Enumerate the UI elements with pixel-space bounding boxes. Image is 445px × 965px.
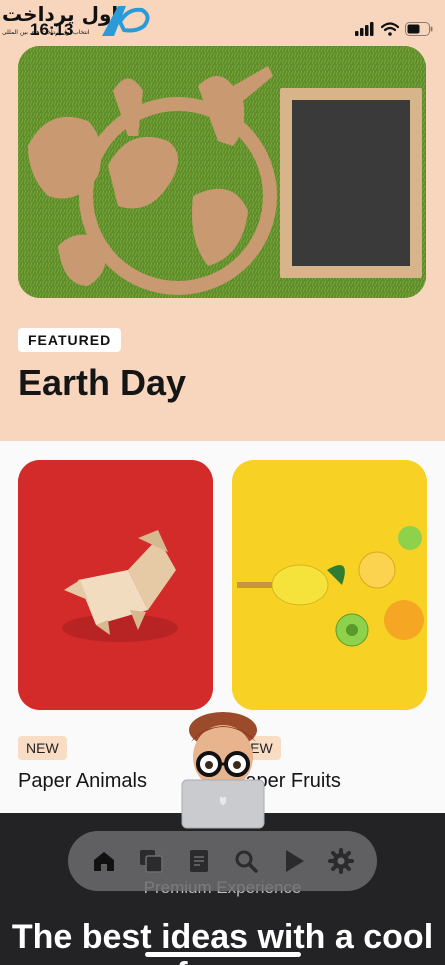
book-icon bbox=[189, 850, 208, 872]
tab-search[interactable] bbox=[228, 843, 264, 879]
earth-day-hero-image[interactable] bbox=[18, 46, 426, 298]
play-icon bbox=[285, 850, 304, 872]
status-time: 16:13 bbox=[30, 20, 74, 39]
new-badge-paper-animals: NEW bbox=[18, 736, 67, 760]
tab-library[interactable] bbox=[181, 843, 217, 879]
wifi-icon bbox=[381, 22, 399, 36]
promo-title: The best ideas with a cool frame bbox=[11, 918, 434, 965]
home-indicator bbox=[145, 952, 301, 957]
tab-settings[interactable] bbox=[323, 843, 359, 879]
hero-title[interactable]: Earth Day bbox=[18, 362, 186, 404]
settings-icon bbox=[328, 848, 355, 874]
tab-videos[interactable] bbox=[276, 843, 312, 879]
watermark-emblem-icon bbox=[102, 6, 150, 36]
origami-dog-image bbox=[18, 460, 213, 710]
tab-home[interactable] bbox=[86, 843, 122, 879]
paper-animals-title[interactable]: Paper Animals bbox=[18, 770, 147, 793]
tab-bar bbox=[68, 831, 377, 891]
copy-icon bbox=[140, 850, 163, 873]
paper-fruits-image bbox=[232, 460, 427, 710]
paper-animals-card[interactable] bbox=[18, 460, 213, 710]
status-icons bbox=[355, 22, 433, 36]
home-icon bbox=[93, 852, 114, 871]
featured-badge: FEATURED bbox=[18, 328, 122, 352]
tab-collections[interactable] bbox=[133, 843, 169, 879]
search-icon bbox=[235, 850, 258, 873]
battery-icon bbox=[405, 22, 433, 36]
signal-icon bbox=[355, 22, 374, 36]
paper-fruits-card[interactable] bbox=[232, 460, 427, 710]
status-bar: اول پرداخت انتخاب اول پرداخت های بین الم… bbox=[0, 0, 445, 44]
hero-section: FEATURED Earth Day bbox=[0, 0, 445, 441]
watermark-logo: اول پرداخت انتخاب اول پرداخت های بین الم… bbox=[2, 2, 152, 38]
memoji-avatar bbox=[176, 712, 270, 830]
